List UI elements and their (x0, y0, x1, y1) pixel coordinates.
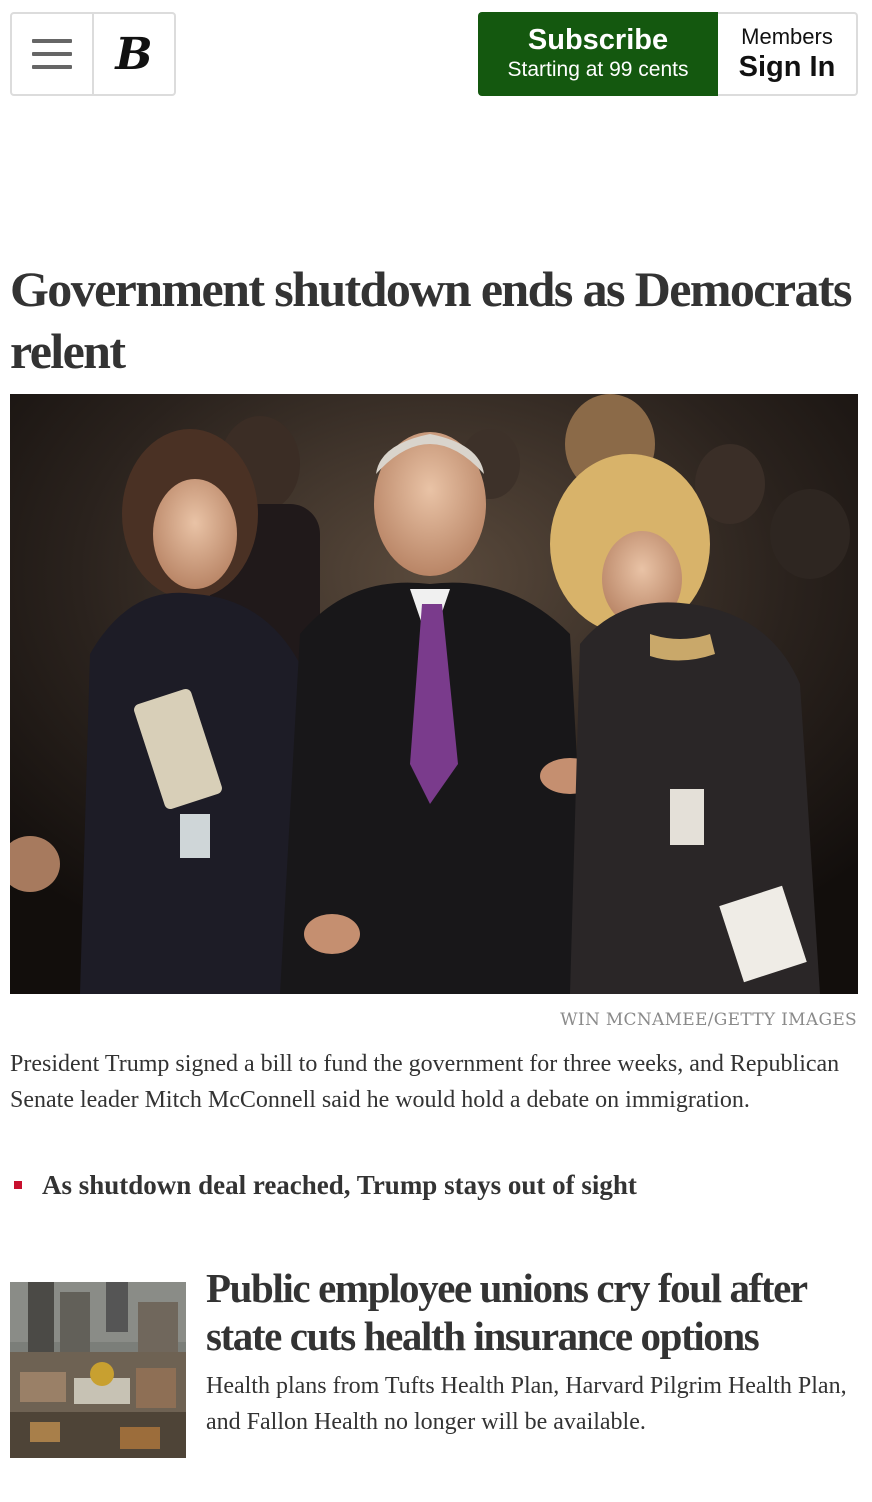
sign-in-members-label: Members (741, 24, 833, 49)
sign-in-label: Sign In (738, 51, 836, 83)
lead-photo[interactable] (10, 394, 858, 994)
sign-in-button[interactable]: Members Sign In (718, 12, 858, 96)
photo-credit: WIN MCNAMEE/GETTY IMAGES (560, 1010, 857, 1030)
bullet-icon (14, 1181, 22, 1189)
subscribe-subtitle: Starting at 99 cents (507, 58, 689, 81)
hamburger-menu-icon (32, 39, 72, 69)
nav-group: B (10, 12, 176, 96)
menu-button[interactable] (12, 14, 94, 94)
subscribe-title: Subscribe (527, 24, 669, 56)
subscribe-button[interactable]: Subscribe Starting at 99 cents (478, 12, 718, 96)
related-link-text: As shutdown deal reached, Trump stays ou… (42, 1170, 637, 1200)
globe-logo-button[interactable]: B (94, 14, 174, 94)
lead-photo-illustration (10, 394, 858, 994)
globe-logo: B (115, 28, 153, 80)
related-link[interactable]: As shutdown deal reached, Trump stays ou… (10, 1166, 860, 1204)
city-skyline-illustration (10, 1282, 186, 1458)
site-header: B Subscribe Starting at 99 cents Members… (0, 0, 872, 110)
lead-summary: President Trump signed a bill to fund th… (10, 1051, 840, 1113)
second-story-headline[interactable]: Public employee unions cry foul after st… (206, 1264, 856, 1360)
second-story-summary: Health plans from Tufts Health Plan, Har… (206, 1373, 847, 1435)
second-story-thumbnail[interactable] (10, 1282, 186, 1458)
lead-headline[interactable]: Government shutdown ends as Democrats re… (10, 258, 860, 382)
